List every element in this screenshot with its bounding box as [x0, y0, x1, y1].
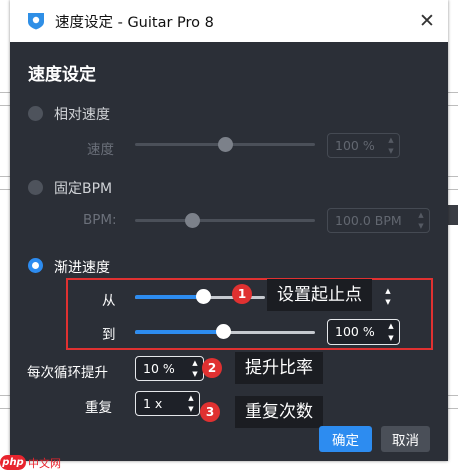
tempo-dialog: 速度设定 - Guitar Pro 8 ✕ 速度设定 相对速度 速度 100 %… [10, 0, 448, 461]
close-icon: ✕ [419, 10, 435, 32]
speed-label: 速度 [87, 142, 114, 158]
increment-label: 每次循环提升 [27, 365, 108, 381]
annotation-callout-3: 重复次数 [235, 396, 323, 428]
increment-value: 10 % [143, 361, 175, 376]
progressive-speed-label: 渐进速度 [54, 260, 110, 276]
php-logo: php [0, 455, 26, 470]
spin-down-icon[interactable]: ▼ [415, 221, 427, 231]
fixed-bpm-slider-thumb[interactable] [185, 213, 201, 228]
window-title: 速度设定 - Guitar Pro 8 [55, 15, 214, 31]
bpm-label: BPM: [83, 212, 117, 228]
repeat-label: 重复 [85, 400, 112, 416]
repeat-value: 1 x [143, 396, 163, 411]
watermark: php 中文网 [0, 452, 61, 473]
progressive-speed-radio[interactable] [28, 258, 43, 273]
fixed-bpm-slider[interactable] [135, 219, 315, 222]
repeat-input[interactable]: 1 x ▲ ▼ [135, 391, 200, 416]
relative-speed-value: 100 % [335, 138, 375, 153]
relative-speed-slider-thumb[interactable] [217, 137, 233, 152]
watermark-text: 中文网 [28, 456, 61, 470]
increment-input[interactable]: 10 % ▲ ▼ [135, 356, 204, 381]
spin-down-icon[interactable]: ▼ [189, 369, 201, 379]
fixed-bpm-label: 固定BPM [54, 181, 113, 197]
cancel-button[interactable]: 取消 [381, 426, 430, 452]
annotation-badge-3: 3 [200, 402, 220, 422]
dialog-heading: 速度设定 [28, 65, 96, 85]
spin-up-icon[interactable]: ▲ [189, 358, 201, 368]
title-bar: 速度设定 - Guitar Pro 8 ✕ [10, 0, 448, 42]
fixed-bpm-input[interactable]: 100.0 BPM ▲ ▼ [327, 208, 430, 233]
close-button[interactable]: ✕ [412, 6, 442, 36]
relative-speed-radio[interactable] [28, 106, 43, 121]
spin-down-icon: ▼ [385, 298, 391, 306]
relative-speed-label: 相对速度 [54, 107, 110, 123]
spin-up-icon[interactable]: ▲ [185, 393, 197, 403]
fixed-bpm-radio[interactable] [28, 180, 43, 195]
annotation-callout-2: 提升比率 [235, 352, 323, 384]
annotation-callout-1: 设置起止点 [267, 279, 372, 311]
spin-down-icon[interactable]: ▼ [185, 404, 197, 414]
relative-speed-input[interactable]: 100 % ▲ ▼ [327, 133, 400, 158]
fixed-bpm-value: 100.0 BPM [335, 213, 402, 228]
annotation-badge-2: 2 [202, 358, 222, 378]
spin-down-icon[interactable]: ▼ [385, 146, 397, 156]
spin-up-icon[interactable]: ▲ [415, 210, 427, 220]
background-scrollbar [448, 205, 458, 225]
guitar-pro-icon [28, 13, 44, 30]
annotation-badge-1: 1 [232, 284, 252, 304]
ok-button[interactable]: 确定 [319, 426, 372, 452]
spin-up-icon: ▲ [385, 287, 391, 295]
spin-up-icon[interactable]: ▲ [385, 135, 397, 145]
